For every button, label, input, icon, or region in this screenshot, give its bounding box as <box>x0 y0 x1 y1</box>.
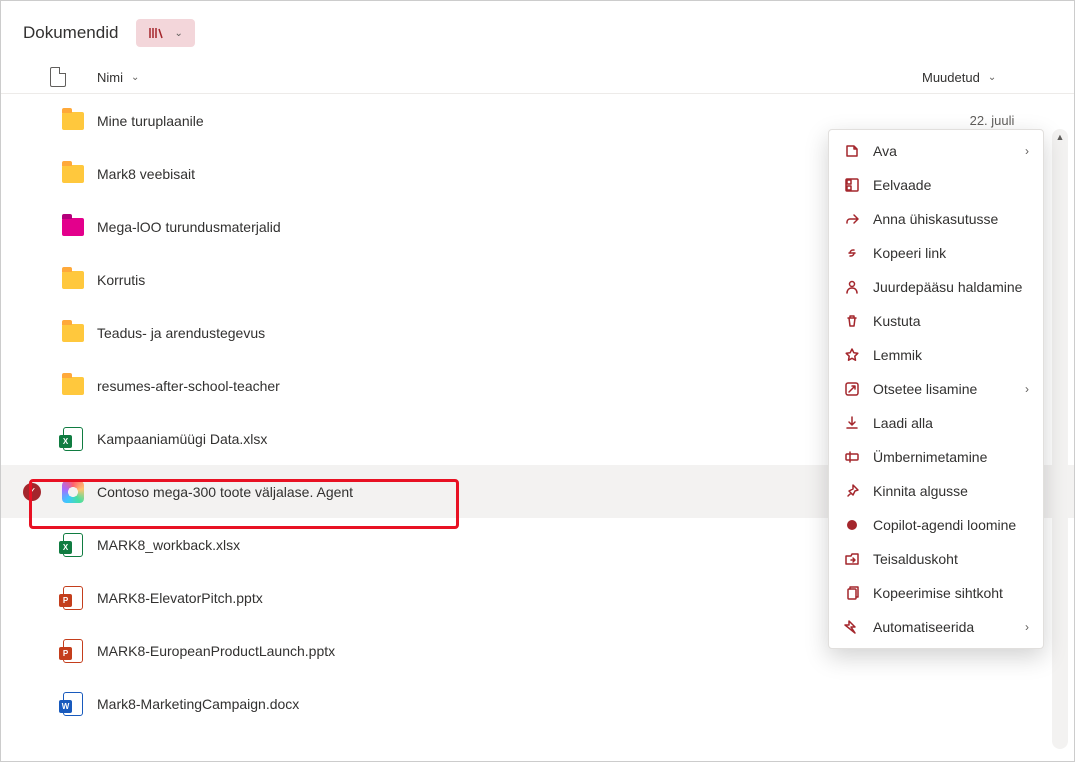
menu-item-link[interactable]: Kopeeri link <box>829 236 1043 270</box>
folder-icon <box>62 218 84 236</box>
rename-icon <box>843 449 861 465</box>
menu-item-label: Otsetee lisamine <box>873 381 1013 397</box>
menu-item-label: Kinnita algusse <box>873 483 1029 499</box>
menu-item-favorite[interactable]: Lemmik <box>829 338 1043 372</box>
menu-item-label: Ümbernimetamine <box>873 449 1029 465</box>
file-name: MARK8-ElevatorPitch.pptx <box>93 590 906 606</box>
menu-item-move[interactable]: Teisalduskoht <box>829 542 1043 576</box>
menu-item-label: Kopeerimise sihtkoht <box>873 585 1029 601</box>
favorite-icon <box>843 347 861 363</box>
menu-item-label: Eelvaade <box>873 177 1029 193</box>
link-icon <box>843 245 861 261</box>
word-icon: W <box>63 692 83 716</box>
chevron-down-icon: ⌄ <box>174 28 182 39</box>
folder-icon <box>62 324 84 342</box>
menu-item-label: Kopeeri link <box>873 245 1029 261</box>
chevron-right-icon: › <box>1025 620 1029 634</box>
page-title: Dokumendid <box>23 23 118 43</box>
scroll-up-icon[interactable]: ▲ <box>1052 129 1068 145</box>
excel-icon: X <box>63 427 83 451</box>
menu-item-delete[interactable]: Kustuta <box>829 304 1043 338</box>
copilot-icon <box>843 517 861 533</box>
menu-item-label: Lemmik <box>873 347 1029 363</box>
column-header-name[interactable]: Nimi ⌄ <box>93 70 922 85</box>
powerpoint-icon: P <box>63 586 83 610</box>
preview-icon <box>843 177 861 193</box>
shortcut-icon <box>843 381 861 397</box>
scrollbar[interactable]: ▲ <box>1052 129 1068 749</box>
file-modified: 22. juuli <box>932 113 1052 128</box>
file-name: Mark8-MarketingCampaign.docx <box>93 696 906 712</box>
automate-icon <box>843 619 861 635</box>
column-header-modified[interactable]: Muudetud ⌄ <box>922 70 1052 85</box>
powerpoint-icon: P <box>63 639 83 663</box>
chevron-right-icon: › <box>1025 382 1029 396</box>
menu-item-share[interactable]: Anna ühiskasutusse <box>829 202 1043 236</box>
menu-item-label: Automatiseerida <box>873 619 1013 635</box>
file-name: MARK8_workback.xlsx <box>93 537 906 553</box>
menu-item-shortcut[interactable]: Otsetee lisamine › <box>829 372 1043 406</box>
share-icon <box>843 211 861 227</box>
menu-item-label: Juurdepääsu haldamine <box>873 279 1029 295</box>
menu-item-label: Laadi alla <box>873 415 1029 431</box>
file-name: Contoso mega-300 toote väljalase. Agent <box>93 484 906 500</box>
file-name: MARK8-EuropeanProductLaunch.pptx <box>93 643 906 659</box>
menu-item-copilot[interactable]: Copilot-agendi loomine <box>829 508 1043 542</box>
chevron-down-icon: ⌄ <box>131 72 139 83</box>
chevron-down-icon: ⌄ <box>988 72 996 83</box>
copy-icon <box>843 585 861 601</box>
menu-item-label: Copilot-agendi loomine <box>873 517 1029 533</box>
copilot-icon <box>62 481 84 503</box>
file-name: Kampaaniamüügi Data.xlsx <box>93 431 906 447</box>
chevron-right-icon: › <box>1025 144 1029 158</box>
file-row[interactable]: W Mark8-MarketingCampaign.docx <box>1 677 1074 730</box>
delete-icon <box>843 313 861 329</box>
selected-check-icon[interactable]: ✓ <box>23 483 41 501</box>
column-modified-label: Muudetud <box>922 70 980 85</box>
file-name: resumes-after-school-teacher <box>93 378 906 394</box>
menu-item-copy[interactable]: Kopeerimise sihtkoht <box>829 576 1043 610</box>
menu-item-preview[interactable]: Eelvaade <box>829 168 1043 202</box>
file-name: Mega-lOO turundusmaterjalid <box>93 219 906 235</box>
pin-icon <box>843 483 861 499</box>
folder-icon <box>62 165 84 183</box>
move-icon <box>843 551 861 567</box>
menu-item-download[interactable]: Laadi alla <box>829 406 1043 440</box>
file-name: Teadus- ja arendustegevus <box>93 325 906 341</box>
menu-item-label: Kustuta <box>873 313 1029 329</box>
menu-item-pin[interactable]: Kinnita algusse <box>829 474 1043 508</box>
context-menu: Ava › Eelvaade Anna ühiskasutusse Kopeer… <box>828 129 1044 649</box>
menu-item-label: Teisalduskoht <box>873 551 1029 567</box>
column-name-label: Nimi <box>97 70 123 85</box>
menu-item-label: Anna ühiskasutusse <box>873 211 1029 227</box>
menu-item-automate[interactable]: Automatiseerida › <box>829 610 1043 644</box>
file-type-column-icon[interactable] <box>50 67 66 87</box>
open-icon <box>843 143 861 159</box>
file-name: Mine turuplaanile <box>93 113 906 129</box>
download-icon <box>843 415 861 431</box>
folder-icon <box>62 377 84 395</box>
file-name: Korrutis <box>93 272 906 288</box>
access-icon <box>843 279 861 295</box>
library-icon <box>148 25 164 41</box>
excel-icon: X <box>63 533 83 557</box>
view-switch-button[interactable]: ⌄ <box>136 19 194 47</box>
menu-item-open[interactable]: Ava › <box>829 134 1043 168</box>
menu-item-access[interactable]: Juurdepääsu haldamine <box>829 270 1043 304</box>
folder-icon <box>62 112 84 130</box>
menu-item-rename[interactable]: Ümbernimetamine <box>829 440 1043 474</box>
menu-item-label: Ava <box>873 143 1013 159</box>
file-name: Mark8 veebisait <box>93 166 906 182</box>
folder-icon <box>62 271 84 289</box>
